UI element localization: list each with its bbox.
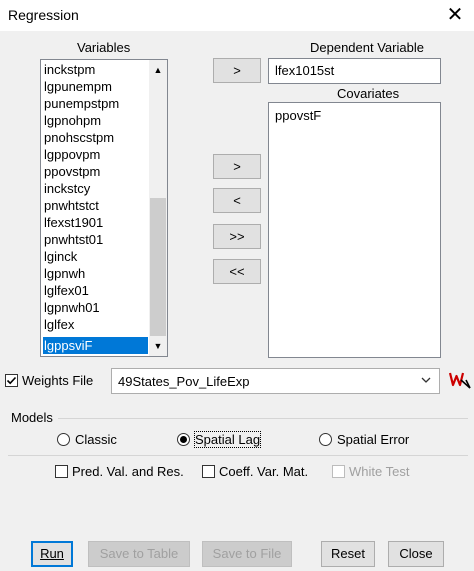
scroll-down-icon[interactable]: ▼	[149, 338, 167, 355]
dependent-variable-label: Dependent Variable	[310, 40, 424, 55]
white-test-label: White Test	[349, 464, 410, 479]
list-item[interactable]: ppovstF	[274, 107, 321, 124]
classic-label[interactable]: Classic	[75, 432, 117, 447]
list-item[interactable]: inckstpm	[43, 61, 95, 78]
classic-radio[interactable]	[57, 433, 70, 446]
list-item[interactable]: pnwhtst01	[43, 231, 103, 248]
weights-file-dropdown[interactable]: 49States_Pov_LifeExp	[111, 368, 440, 394]
save-to-table-button[interactable]: Save to Table	[88, 541, 190, 567]
run-button[interactable]: Run	[31, 541, 73, 567]
variables-scrollbar[interactable]: ▲ ▼	[149, 60, 167, 356]
coeff-var-mat-checkbox[interactable]	[202, 465, 215, 478]
list-item-selected[interactable]: lgppsviF	[43, 337, 148, 354]
pred-val-res-checkbox[interactable]	[55, 465, 68, 478]
reset-button[interactable]: Reset	[321, 541, 375, 567]
remove-covariate-button[interactable]: <	[213, 188, 261, 213]
radio-selected-dot	[180, 436, 187, 443]
weights-file-value: 49States_Pov_LifeExp	[118, 374, 250, 389]
pred-val-res-label[interactable]: Pred. Val. and Res.	[72, 464, 184, 479]
options-divider	[8, 455, 468, 456]
list-item[interactable]: ppovstpm	[43, 163, 100, 180]
dependent-variable-field[interactable]: lfex1015st	[268, 58, 441, 84]
weights-file-checkbox[interactable]	[5, 374, 18, 387]
weights-file-icon[interactable]	[448, 370, 471, 390]
chevron-down-icon	[420, 374, 432, 389]
spatial-lag-radio[interactable]	[177, 433, 190, 446]
covariates-listbox[interactable]: ppovstF	[268, 102, 441, 358]
checkmark-icon	[6, 376, 17, 385]
scroll-up-icon[interactable]: ▲	[149, 62, 167, 79]
list-item[interactable]: inckstcy	[43, 180, 90, 197]
run-label: Run	[40, 546, 64, 561]
close-window-icon[interactable]: ✕	[440, 2, 470, 28]
list-item[interactable]: lginck	[43, 248, 77, 265]
models-label: Models	[11, 410, 53, 425]
list-item[interactable]: punempstpm	[43, 95, 119, 112]
list-item[interactable]: lgpnohpm	[43, 112, 101, 129]
list-item[interactable]: lglfex	[43, 316, 74, 333]
variables-label: Variables	[77, 40, 131, 55]
spatial-error-label[interactable]: Spatial Error	[337, 432, 409, 447]
window-title: Regression	[8, 7, 79, 23]
list-item[interactable]: pnohscstpm	[43, 129, 114, 146]
coeff-var-mat-label[interactable]: Coeff. Var. Mat.	[219, 464, 308, 479]
models-divider	[58, 418, 468, 419]
list-item[interactable]: pnwhtstct	[43, 197, 99, 214]
list-item[interactable]: lgpnwh	[43, 265, 85, 282]
save-to-file-button[interactable]: Save to File	[202, 541, 292, 567]
remove-all-covariates-button[interactable]: <<	[213, 259, 261, 284]
white-test-checkbox[interactable]	[332, 465, 345, 478]
list-item[interactable]: lgppovpm	[43, 146, 100, 163]
scroll-thumb[interactable]	[150, 198, 166, 336]
list-item[interactable]: lfexst1901	[43, 214, 103, 231]
list-item[interactable]: lglfex01	[43, 282, 89, 299]
spatial-lag-label[interactable]: Spatial Lag	[193, 431, 262, 448]
add-dependent-button[interactable]: >	[213, 58, 261, 83]
spatial-error-radio[interactable]	[319, 433, 332, 446]
weights-file-label: Weights File	[22, 373, 94, 388]
list-item[interactable]: lgpnwh01	[43, 299, 100, 316]
add-covariate-button[interactable]: >	[213, 154, 261, 179]
close-button[interactable]: Close	[388, 541, 444, 567]
list-item[interactable]: lgpunempm	[43, 78, 112, 95]
add-all-covariates-button[interactable]: >>	[213, 224, 261, 249]
variables-listbox[interactable]: inckstpm lgpunempm punempstpm lgpnohpm p…	[40, 59, 168, 357]
covariates-label: Covariates	[337, 86, 400, 101]
